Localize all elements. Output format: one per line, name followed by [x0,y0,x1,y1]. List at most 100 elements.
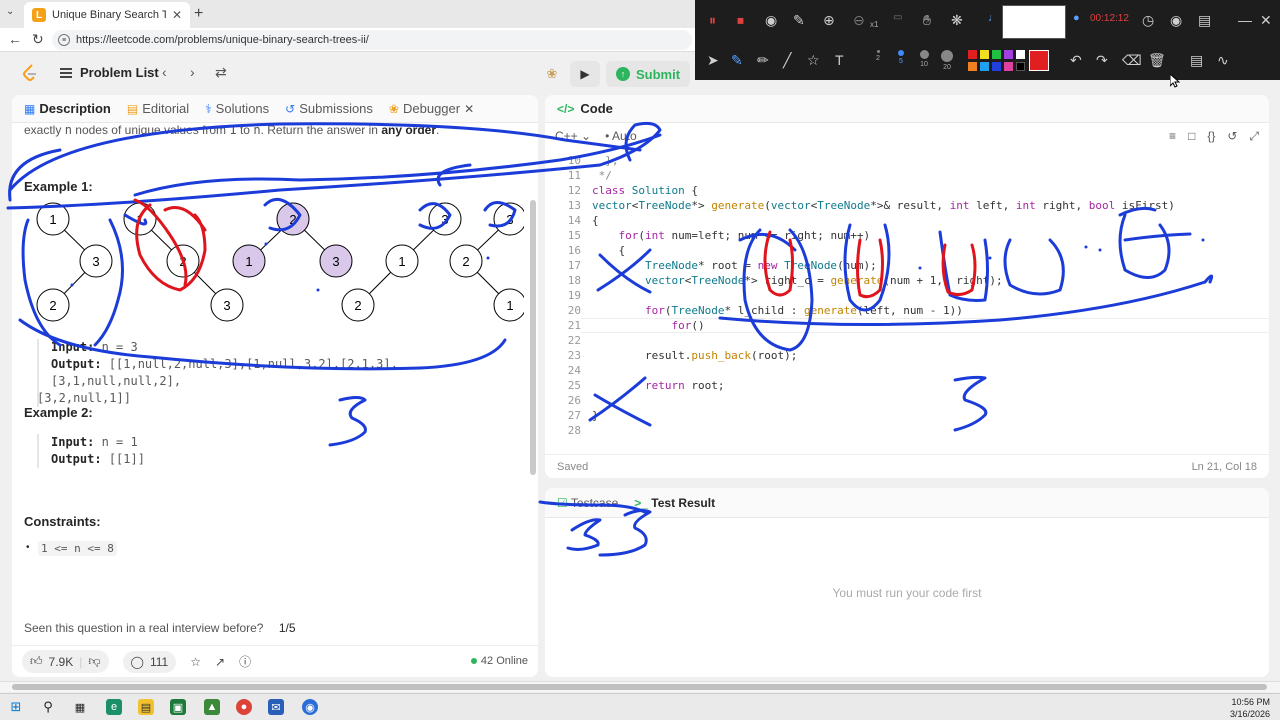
tab-debugger[interactable]: ❀ Debugger ✕ [389,101,474,116]
pip-icon[interactable]: ▭ [893,12,902,23]
next-problem-icon[interactable]: › [190,64,195,80]
system-clock[interactable]: 10:56 PM 3/16/2026 [1230,696,1270,720]
close-tab-icon[interactable]: ✕ [172,8,182,22]
shape-tool-icon[interactable]: ☆ [807,52,820,69]
example1-io: Input: n = 3 Output: [[1,null,2,null,3],… [37,339,524,407]
camera-icon[interactable]: ◉ [765,12,777,29]
pause-record-icon[interactable]: ⏸ [709,12,716,29]
page-scrollbar[interactable] [0,681,1280,692]
color-swatch[interactable] [1004,50,1013,59]
help-icon[interactable]: ⓘ [239,653,251,670]
eraser-icon[interactable]: ⌫ [1122,52,1142,69]
color-swatch[interactable] [1016,50,1025,59]
back-icon[interactable]: ← [8,31,22,47]
format-icon[interactable]: ≡ [1169,129,1176,144]
tab-submissions[interactable]: ↺ Submissions [285,101,373,116]
search-icon[interactable]: ⚲ [40,699,56,715]
highlighter-tool-icon[interactable]: ✏︎ [757,52,769,69]
reload-icon[interactable]: ↻ [32,31,44,48]
submit-label: Submit [636,66,681,82]
problem-list-button[interactable]: Problem List [60,65,159,80]
tab-description[interactable]: ▦ Description [24,101,111,116]
webcam-preview[interactable] [1002,5,1066,39]
thumbs-up-icon[interactable]: 👍︎ [30,654,43,669]
file-explorer-icon[interactable]: ▤ [138,699,154,715]
task-view-icon[interactable]: ▦ [72,699,88,715]
tab-testcase[interactable]: ☑ Testcase [557,496,618,510]
redo-icon[interactable]: ↷ [1096,52,1108,69]
minimize-icon[interactable]: — [1238,12,1252,28]
auto-toggle[interactable]: • Auto [605,129,637,143]
star-icon[interactable]: ☆ [190,655,201,669]
color-swatch[interactable] [1016,62,1025,71]
scrollbar-thumb[interactable] [12,684,1267,690]
tab-menu-icon[interactable]: ⌄ [6,6,14,17]
cursor-tool-icon[interactable]: ➤ [707,52,719,69]
text-tool-icon[interactable]: T [835,52,844,68]
stop-record-icon[interactable]: ⏹ [737,12,744,29]
color-swatch[interactable] [992,50,1001,59]
debug-icon[interactable]: ❀ [540,61,564,87]
signature-icon[interactable]: ∿ [1217,52,1229,69]
language-select[interactable]: C++ ⌄ [555,129,591,143]
comments-button[interactable]: ◯ 111 [122,650,177,673]
tab-editorial[interactable]: ▤ Editorial [127,101,189,116]
run-button[interactable]: ▶ [570,61,600,87]
description-tabs: ▦ Description ▤ Editorial ⚕ Solutions ↺ … [12,95,538,123]
expand-icon[interactable]: ⤢ [1249,129,1259,144]
color-swatch[interactable] [980,50,989,59]
color-swatch[interactable] [1004,62,1013,71]
constraint-n: 1 <= n <= 8 [38,541,117,556]
line-tool-icon[interactable]: ╱ [783,52,791,69]
url-field[interactable]: ≡ https://leetcode.com/problems/unique-b… [52,30,692,50]
undo-icon[interactable]: ↶ [1070,52,1082,69]
close-toolbar-icon[interactable]: ✕ [1260,12,1272,29]
selected-color[interactable] [1029,50,1049,71]
screen-icon[interactable]: ▤ [1198,12,1211,29]
store-icon[interactable]: ▣ [170,699,186,715]
size-option[interactable]: 10 [914,50,934,68]
zoom-out-icon[interactable]: ⊖ [853,12,865,29]
size-option[interactable]: 2 [868,50,888,62]
tab-solutions[interactable]: ⚕ Solutions [205,101,269,116]
size-option[interactable]: 20 [937,50,957,71]
whiteboard-icon[interactable]: ▤ [1190,52,1203,69]
close-debugger-icon[interactable]: ✕ [464,102,474,116]
windows-start-icon[interactable]: ⊞ [8,699,24,715]
size-option[interactable]: 5 [891,50,911,65]
thumbs-down-icon[interactable]: 👎︎ [88,654,100,669]
pen-tool-icon[interactable]: ✎ [731,52,743,69]
share-icon[interactable]: ↗ [215,655,225,669]
trash-icon[interactable]: 🗑︎ [1148,52,1166,69]
bookmark-icon[interactable]: □ [1188,129,1195,144]
hand-icon[interactable]: ✋︎ [923,12,931,29]
spotlight-icon[interactable]: ❋ [951,12,963,29]
browser-tab[interactable]: L Unique Binary Search Trees II - Lee ✕ [24,2,190,28]
app-icon[interactable]: ▲ [204,699,220,715]
submit-button[interactable]: ↑ Submit [606,61,691,87]
recorder-app-icon[interactable]: ◉ [302,699,318,715]
description-scrollbar[interactable] [530,200,536,475]
braces-icon[interactable]: {} [1207,129,1215,144]
zoom-in-icon[interactable]: ⊕ [823,12,835,29]
color-swatch[interactable] [968,62,977,71]
pen-icon[interactable]: ✎ [793,12,805,29]
mail-icon[interactable]: ✉︎ [268,699,284,715]
shuffle-icon[interactable]: ⇄ [215,64,227,81]
tab-test-result[interactable]: >_ Test Result [634,496,715,510]
site-info-icon[interactable]: ≡ [58,34,70,46]
edge-icon[interactable]: e [106,699,122,715]
code-editor[interactable]: }; */ class Solution { vector<TreeNode*>… [592,153,1175,423]
mic-icon[interactable]: ● [1073,12,1080,24]
new-tab-icon[interactable]: + [194,5,203,23]
timer-icon[interactable]: ◷ [1142,12,1154,29]
color-swatch[interactable] [968,50,977,59]
prev-problem-icon[interactable]: ‹ [162,64,167,80]
color-swatch[interactable] [992,62,1001,71]
speaker-icon[interactable]: ♩ [988,12,999,24]
reset-icon[interactable]: ↺ [1227,129,1237,144]
chrome-icon[interactable]: ● [236,699,252,715]
webcam-icon[interactable]: ◉ [1170,12,1182,29]
color-swatch[interactable] [980,62,989,71]
leetcode-logo-icon[interactable] [22,64,38,82]
